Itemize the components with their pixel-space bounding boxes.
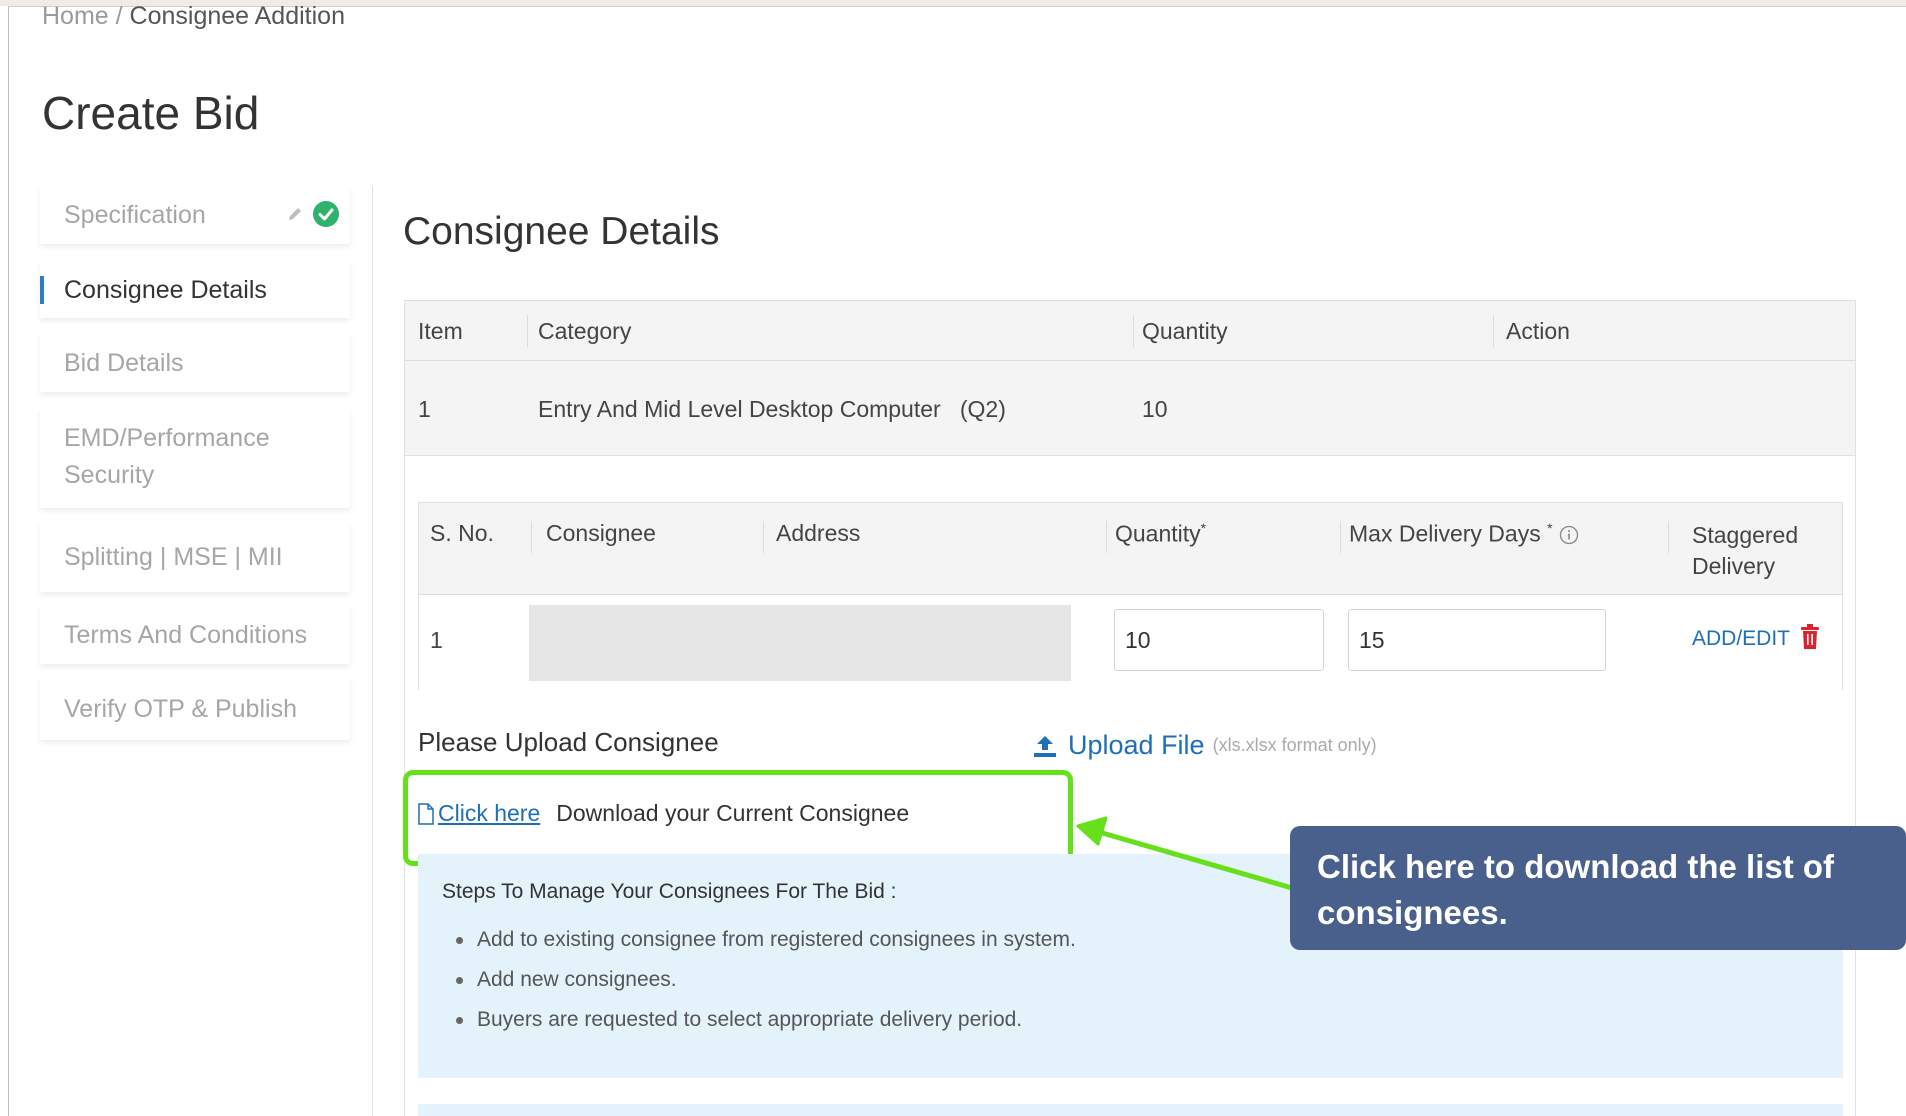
required-marker: * <box>1547 520 1553 536</box>
upload-file-button[interactable]: Upload File (xls.xlsx format only) <box>1032 730 1377 761</box>
row-sno: 1 <box>430 627 443 653</box>
header-sno: S. No. <box>430 520 494 546</box>
header-category: Category <box>538 318 632 344</box>
section-title: Consignee Details <box>403 210 720 253</box>
spec-status-icons <box>286 200 340 228</box>
steps-title: Steps To Manage Your Consignees For The … <box>442 880 897 903</box>
header-max-delivery-days: Max Delivery Days * <box>1349 520 1579 548</box>
breadcrumb-current: Consignee Addition <box>129 2 345 30</box>
header-staggered-line2: Delivery <box>1692 553 1776 579</box>
sidebar-item-bid-details[interactable]: Bid Details <box>40 334 350 392</box>
callout-line1: Click here to download the list of <box>1317 848 1835 885</box>
list-item: Buyers are requested to select appropria… <box>456 1000 1076 1040</box>
list-item: Add new consignees. <box>456 960 1076 1000</box>
item-table: Item Category Quantity Action 1 Entry An… <box>404 300 1856 456</box>
breadcrumb-separator: / <box>108 2 130 30</box>
quantity-input[interactable] <box>1114 609 1324 671</box>
consignee-table-header: S. No. Consignee Address Quantity* Max D… <box>419 503 1842 595</box>
upload-file-label: Upload File <box>1068 730 1205 760</box>
upload-format-note: (xls.xlsx format only) <box>1212 735 1377 755</box>
file-icon <box>418 802 434 825</box>
sidebar-item-label-line1: EMD/Performance <box>64 424 270 452</box>
column-divider <box>1106 521 1107 553</box>
column-divider <box>763 521 764 553</box>
tutorial-callout: Click here to download the list of consi… <box>1290 826 1906 950</box>
header-max-days-label: Max Delivery Days <box>1349 520 1541 547</box>
upload-consignee-label: Please Upload Consignee <box>418 727 719 757</box>
sidebar-item-label: Specification <box>64 200 206 229</box>
callout-line2: consignees. <box>1317 894 1508 931</box>
click-here-link[interactable]: Click here <box>438 800 540 827</box>
breadcrumb: Home / Consignee Addition <box>42 2 345 31</box>
column-divider <box>1668 521 1669 553</box>
header-address: Address <box>776 520 861 546</box>
sidebar-item-label: EMD/Performance Security <box>64 420 270 494</box>
redacted-consignee-address <box>529 605 1071 681</box>
sidebar-item-label-line2: Security <box>64 461 155 489</box>
max-delivery-days-input[interactable] <box>1348 609 1606 671</box>
sidebar-item-label: Splitting | MSE | MII <box>64 542 283 571</box>
breadcrumb-home[interactable]: Home <box>42 2 109 30</box>
table-row: 1 ADD/EDIT <box>419 595 1842 691</box>
header-quantity: Quantity* <box>1115 520 1206 548</box>
sidebar-item-label: Verify OTP & Publish <box>64 694 297 723</box>
page-title: Create Bid <box>42 87 260 139</box>
sidebar-item-splitting-mse-mii[interactable]: Splitting | MSE | MII <box>40 522 350 592</box>
row-category: Entry And Mid Level Desktop Computer (Q2… <box>538 396 1006 423</box>
check-circle-icon <box>313 201 339 227</box>
sidebar-item-terms-and-conditions[interactable]: Terms And Conditions <box>40 606 350 664</box>
consignee-table: S. No. Consignee Address Quantity* Max D… <box>418 502 1843 691</box>
trash-icon[interactable] <box>1800 624 1820 650</box>
column-divider <box>1340 521 1341 553</box>
list-item: Add to existing consignee from registere… <box>456 920 1076 960</box>
sidebar-item-verify-otp-publish[interactable]: Verify OTP & Publish <box>40 678 350 740</box>
column-divider <box>531 521 532 553</box>
row-quantity: 10 <box>1142 396 1168 422</box>
steps-list: Add to existing consignee from registere… <box>456 920 1076 1040</box>
column-divider <box>527 315 528 347</box>
header-item: Item <box>418 318 463 344</box>
sidebar-item-emd-performance-security[interactable]: EMD/Performance Security <box>40 408 350 508</box>
header-consignee: Consignee <box>546 520 656 546</box>
add-edit-link[interactable]: ADD/EDIT <box>1692 627 1790 651</box>
upload-icon <box>1034 735 1056 757</box>
column-divider <box>1133 315 1134 347</box>
sidebar-item-consignee-details[interactable]: Consignee Details <box>40 262 350 318</box>
download-consignee-line: Click here Download your Current Consign… <box>418 800 909 827</box>
header-action: Action <box>1506 318 1570 344</box>
download-text: Download your Current Consignee <box>556 800 910 826</box>
row-category-name: Entry And Mid Level Desktop Computer <box>538 396 941 422</box>
column-divider <box>1493 315 1494 347</box>
sidebar-item-label: Terms And Conditions <box>64 620 308 649</box>
header-quantity: Quantity <box>1142 318 1228 344</box>
header-quantity-label: Quantity <box>1115 520 1201 547</box>
info-icon[interactable] <box>1559 525 1579 545</box>
required-marker: * <box>1200 520 1207 536</box>
header-staggered-delivery: Staggered Delivery <box>1692 520 1798 582</box>
item-table-header: Item Category Quantity Action <box>405 301 1855 361</box>
sidebar-item-label: Bid Details <box>64 348 184 377</box>
header-staggered-line1: Staggered <box>1692 522 1799 548</box>
bottom-band <box>418 1104 1843 1116</box>
sidebar-item-label: Consignee Details <box>64 275 267 304</box>
pencil-icon[interactable] <box>286 205 304 223</box>
sidebar-item-specification[interactable]: Specification <box>40 186 350 244</box>
row-category-suffix: (Q2) <box>959 396 1006 422</box>
row-item: 1 <box>418 396 431 422</box>
sidebar-divider <box>372 186 373 1116</box>
